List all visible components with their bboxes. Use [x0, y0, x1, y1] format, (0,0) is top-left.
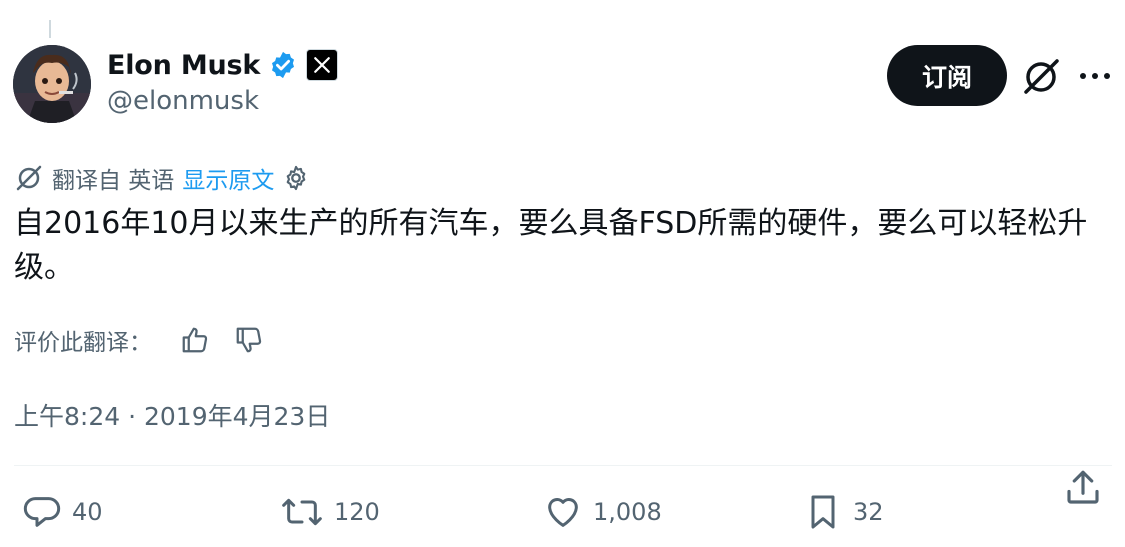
rate-translation-label: 评价此翻译：	[14, 330, 152, 356]
tweet-text: 自2016年10月以来生产的所有汽车，要么具备FSD所需的硬件，要么可以轻松升级…	[14, 206, 1088, 285]
tweet-timestamp[interactable]: 上午8:24 · 2019年4月23日	[14, 397, 330, 433]
grok-icon[interactable]	[1020, 56, 1062, 98]
translation-bar: 翻译自 英语 显示原文	[14, 160, 310, 196]
verified-badge-icon	[268, 50, 298, 80]
author-name[interactable]: Elon Musk	[107, 50, 260, 81]
reply-button[interactable]: 40	[22, 490, 103, 534]
thumbs-up-icon[interactable]	[180, 325, 210, 355]
show-original-link[interactable]: 显示原文	[182, 161, 274, 195]
thread-line	[49, 20, 51, 38]
like-button[interactable]: 1,008	[543, 490, 662, 534]
avatar[interactable]	[13, 45, 91, 123]
repost-button[interactable]: 120	[280, 490, 380, 534]
translate-icon	[14, 163, 44, 193]
repost-count: 120	[334, 498, 380, 526]
reply-count: 40	[72, 498, 103, 526]
reply-icon	[22, 492, 62, 532]
share-icon[interactable]	[1062, 467, 1104, 509]
like-count: 1,008	[593, 498, 662, 526]
repost-icon	[280, 492, 324, 532]
author-handle[interactable]: @elonmusk	[107, 86, 259, 116]
more-icon[interactable]	[1078, 62, 1112, 90]
author-name-row: Elon Musk	[107, 47, 339, 83]
gear-icon[interactable]	[282, 164, 310, 192]
bookmark-count: 32	[853, 498, 884, 526]
bookmark-button[interactable]: 32	[803, 490, 884, 534]
rate-translation-row: 评价此翻译：	[14, 322, 264, 358]
translated-from-label: 翻译自 英语	[52, 168, 175, 194]
divider	[14, 465, 1112, 466]
x-logo-icon[interactable]	[306, 49, 339, 81]
heart-icon	[543, 492, 583, 532]
subscribe-button[interactable]: 订阅	[887, 45, 1007, 106]
thumbs-down-icon[interactable]	[234, 325, 264, 355]
bookmark-icon	[803, 492, 843, 532]
